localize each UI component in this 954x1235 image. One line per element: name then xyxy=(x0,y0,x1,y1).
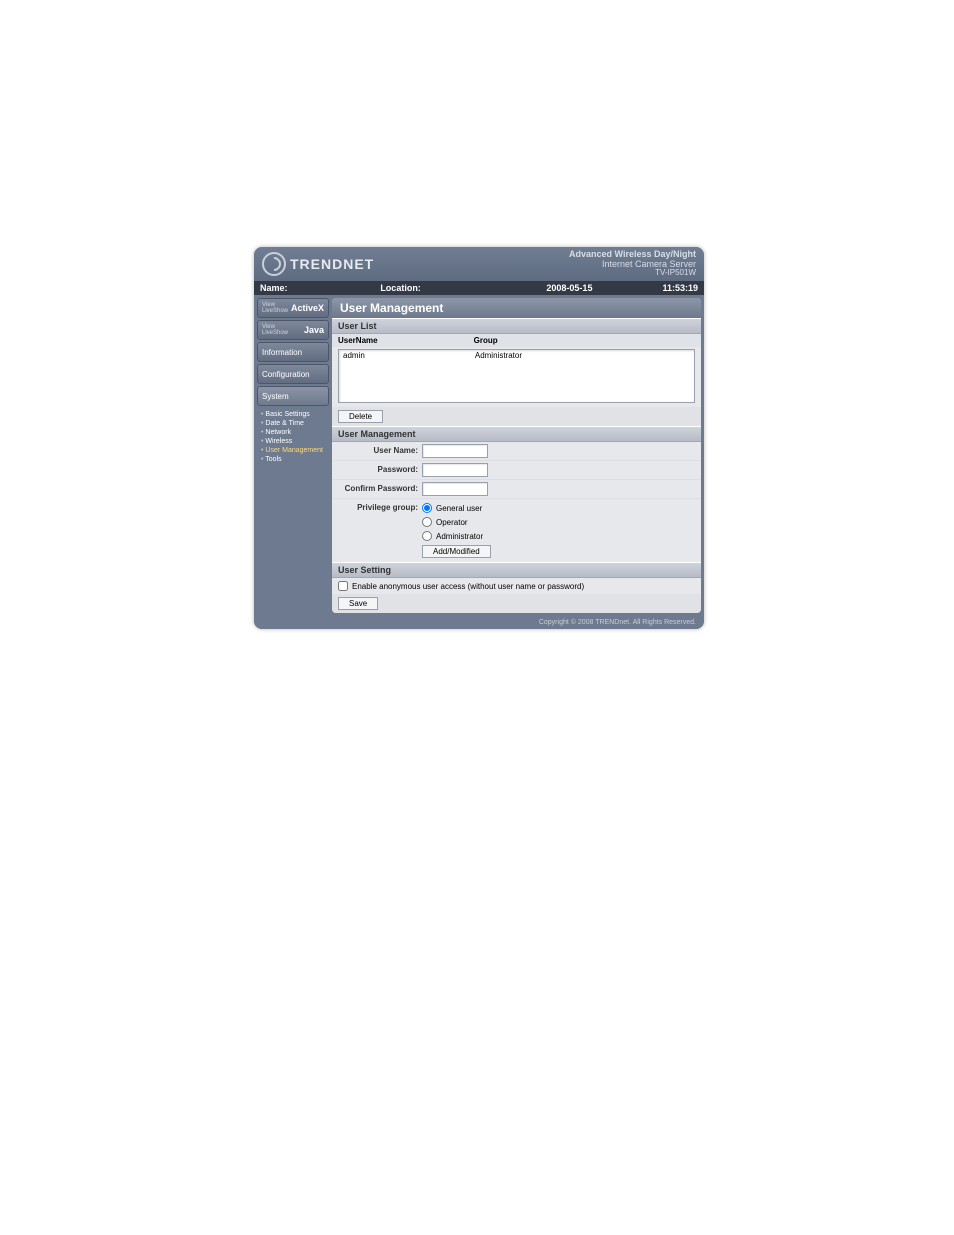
anon-access-checkbox[interactable] xyxy=(338,581,348,591)
liveshow-tiny-1: ViewLiveShow xyxy=(262,302,288,314)
radio-administrator[interactable] xyxy=(422,531,432,541)
system-subnav: Basic Settings Date & Time Network Wirel… xyxy=(257,408,329,468)
label-privilege: Privilege group: xyxy=(338,501,422,512)
radio-general-user[interactable] xyxy=(422,503,432,513)
radio-general-label: General user xyxy=(436,504,482,513)
list-item[interactable]: admin Administrator xyxy=(339,350,694,361)
save-button[interactable]: Save xyxy=(338,597,378,610)
radio-operator[interactable] xyxy=(422,517,432,527)
brand-text: TRENDNET xyxy=(290,256,374,272)
delete-button[interactable]: Delete xyxy=(338,410,383,423)
banner: TRENDNET Advanced Wireless Day/Night Int… xyxy=(254,247,704,281)
radio-operator-label: Operator xyxy=(436,518,468,527)
label-username: User Name: xyxy=(338,444,422,455)
subnav-date-time[interactable]: Date & Time xyxy=(261,419,329,428)
tab-configuration[interactable]: Configuration xyxy=(257,364,329,384)
section-user-mgmt: User Management xyxy=(332,426,701,442)
user-listbox[interactable]: admin Administrator xyxy=(338,349,695,403)
information-label: Information xyxy=(262,348,302,357)
add-modified-button[interactable]: Add/Modified xyxy=(422,545,491,558)
name-label: Name: xyxy=(260,283,288,293)
tab-liveshow-java[interactable]: ViewLiveShow Java xyxy=(257,320,329,340)
tab-liveshow-activex[interactable]: ViewLiveShow ActiveX xyxy=(257,298,329,318)
location-label: Location: xyxy=(380,283,421,293)
body: ViewLiveShow ActiveX ViewLiveShow Java I… xyxy=(254,295,704,616)
radio-admin-label: Administrator xyxy=(436,532,483,541)
section-user-list: User List xyxy=(332,318,701,334)
confirm-password-input[interactable] xyxy=(422,482,488,496)
logo: TRENDNET xyxy=(262,252,374,276)
configuration-label: Configuration xyxy=(262,370,310,379)
anon-label: Enable anonymous user access (without us… xyxy=(352,582,584,591)
footer-copyright: Copyright © 2008 TRENDnet. All Rights Re… xyxy=(254,616,704,629)
save-row: Save xyxy=(332,594,701,613)
cell-group: Administrator xyxy=(475,351,522,360)
password-input[interactable] xyxy=(422,463,488,477)
label-password: Password: xyxy=(338,463,422,474)
col-username: UserName xyxy=(338,336,474,345)
info-bar: Name: Location: 2008-05-15 11:53:19 xyxy=(254,281,704,295)
banner-product-info: Advanced Wireless Day/Night Internet Cam… xyxy=(569,250,696,279)
time-value: 11:53:19 xyxy=(662,283,698,293)
main-panel: User Management User List UserName Group… xyxy=(332,298,701,613)
sidebar: ViewLiveShow ActiveX ViewLiveShow Java I… xyxy=(257,298,329,613)
col-group: Group xyxy=(474,336,688,345)
subnav-user-management[interactable]: User Management xyxy=(261,446,329,455)
delete-row: Delete xyxy=(332,407,701,426)
logo-icon xyxy=(262,252,286,276)
cell-username: admin xyxy=(343,351,475,360)
username-input[interactable] xyxy=(422,444,488,458)
tab-system[interactable]: System xyxy=(257,386,329,406)
subnav-network[interactable]: Network xyxy=(261,428,329,437)
java-label: Java xyxy=(304,325,324,335)
date-value: 2008-05-15 xyxy=(546,283,592,293)
user-list-header-row: UserName Group xyxy=(332,334,701,347)
product-model: TV-IP501W xyxy=(569,269,696,278)
label-confirm: Confirm Password: xyxy=(338,482,422,493)
subnav-tools[interactable]: Tools xyxy=(261,455,329,464)
subnav-wireless[interactable]: Wireless xyxy=(261,437,329,446)
liveshow-tiny-2: ViewLiveShow xyxy=(262,324,288,336)
tab-information[interactable]: Information xyxy=(257,342,329,362)
page-title: User Management xyxy=(332,298,701,318)
activex-label: ActiveX xyxy=(291,303,324,313)
app-window: TRENDNET Advanced Wireless Day/Night Int… xyxy=(254,247,704,629)
system-label: System xyxy=(262,392,289,401)
section-user-setting: User Setting xyxy=(332,562,701,578)
subnav-basic-settings[interactable]: Basic Settings xyxy=(261,410,329,419)
anon-row: Enable anonymous user access (without us… xyxy=(332,578,701,594)
user-form: User Name: Password: Confirm Password: P… xyxy=(332,442,701,562)
